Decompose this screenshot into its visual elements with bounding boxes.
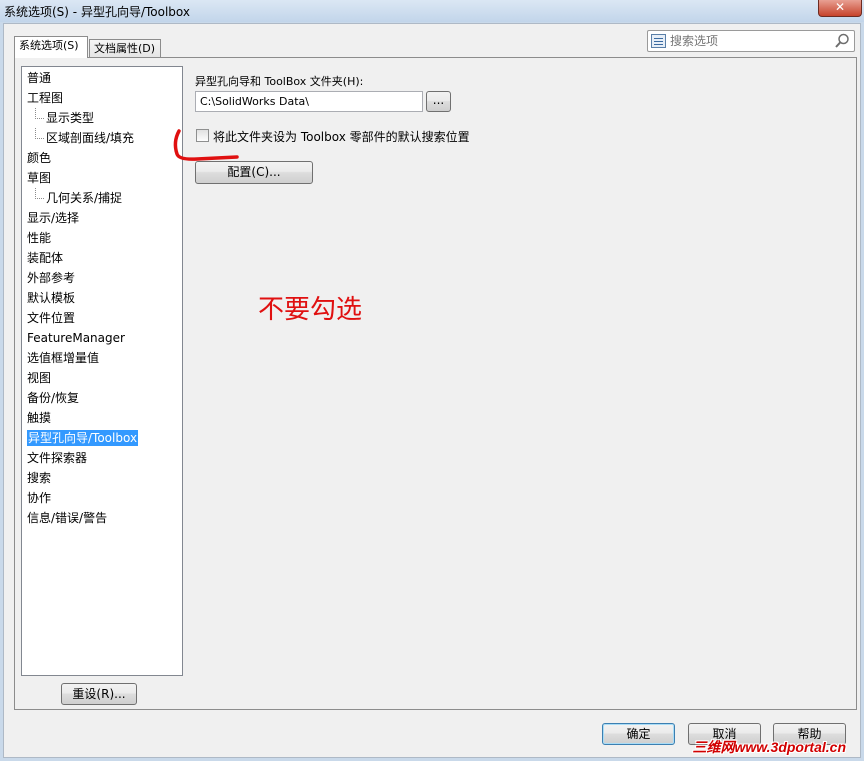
tree-item-messages-errors-warnings[interactable]: 信息/错误/警告 <box>22 508 182 528</box>
search-input[interactable] <box>670 33 830 49</box>
tree-item-search[interactable]: 搜索 <box>22 468 182 488</box>
watermark: 三维网www.3dportal.cn <box>692 739 847 755</box>
title-bar: 系统选项(S) - 异型孔向导/Toolbox ✕ <box>0 0 864 22</box>
tree-item-assemblies[interactable]: 装配体 <box>22 248 182 268</box>
tree-item-display-selection[interactable]: 显示/选择 <box>22 208 182 228</box>
search-options-box[interactable] <box>647 30 855 52</box>
tree-item-default-templates[interactable]: 默认模板 <box>22 288 182 308</box>
close-button[interactable]: ✕ <box>818 0 862 17</box>
tree-item-display-style[interactable]: 显示类型 <box>22 108 182 128</box>
folder-path-input[interactable] <box>195 91 423 112</box>
tab-document-properties[interactable]: 文档属性(D) <box>89 39 161 59</box>
tree-item-featuremanager[interactable]: FeatureManager <box>22 328 182 348</box>
tree-item-sketch[interactable]: 草图 <box>22 168 182 188</box>
tree-item-hole-wizard-toolbox[interactable]: 异型孔向导/Toolbox <box>22 428 182 448</box>
tree-item-general[interactable]: 普通 <box>22 68 182 88</box>
tree-item-area-hatch[interactable]: 区域剖面线/填充 <box>22 128 182 148</box>
window-title: 系统选项(S) - 异型孔向导/Toolbox <box>4 5 190 19</box>
red-marker-stroke <box>173 129 239 161</box>
tree-item-colors[interactable]: 颜色 <box>22 148 182 168</box>
reset-button[interactable]: 重设(R)... <box>61 683 137 705</box>
search-icon[interactable] <box>834 33 850 49</box>
tree-item-file-explorer[interactable]: 文件探索器 <box>22 448 182 468</box>
default-search-location-label: 将此文件夹设为 Toolbox 零部件的默认搜索位置 <box>213 130 470 144</box>
tree-item-file-locations[interactable]: 文件位置 <box>22 308 182 328</box>
tab-system-options[interactable]: 系统选项(S) <box>14 36 88 58</box>
tree-item-touch[interactable]: 触摸 <box>22 408 182 428</box>
ok-button[interactable]: 确定 <box>602 723 675 745</box>
tree-item-external-references[interactable]: 外部参考 <box>22 268 182 288</box>
browse-button[interactable]: ... <box>426 91 451 112</box>
folder-label: 异型孔向导和 ToolBox 文件夹(H): <box>195 75 364 88</box>
tree-item-performance[interactable]: 性能 <box>22 228 182 248</box>
options-tree[interactable]: 普通 工程图 显示类型 区域剖面线/填充 颜色 草图 几何关系/捕捉 显示/选择… <box>21 66 183 676</box>
annotation-note: 不要勾选 <box>258 295 363 325</box>
tree-item-drawings[interactable]: 工程图 <box>22 88 182 108</box>
tree-item-spin-box-increments[interactable]: 选值框增量值 <box>22 348 182 368</box>
list-icon <box>651 34 666 48</box>
tree-item-backup-recover[interactable]: 备份/恢复 <box>22 388 182 408</box>
tree-item-relations-snaps[interactable]: 几何关系/捕捉 <box>22 188 182 208</box>
tree-item-view[interactable]: 视图 <box>22 368 182 388</box>
options-dialog: 文档属性(D) 系统选项(S) 普通 工程图 显示类型 区域剖面线/填充 颜色 … <box>3 23 861 758</box>
tree-item-collaboration[interactable]: 协作 <box>22 488 182 508</box>
